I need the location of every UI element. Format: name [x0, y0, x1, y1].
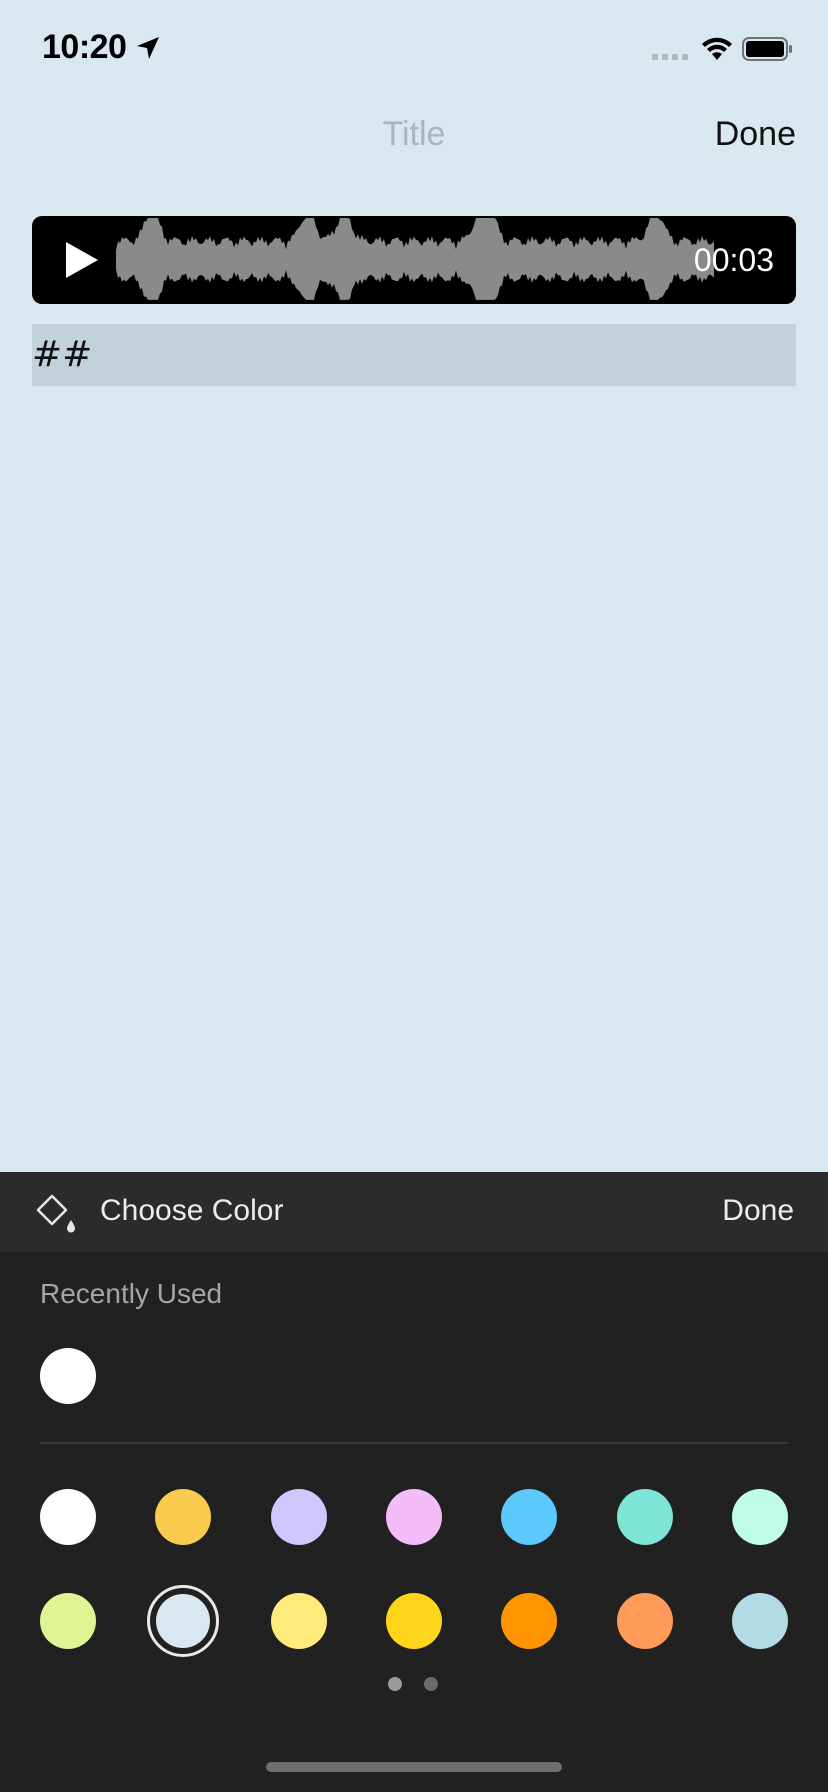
palette-color-swatch[interactable]	[40, 1489, 96, 1545]
color-picker-done-button[interactable]: Done	[722, 1194, 794, 1228]
audio-waveform[interactable]	[116, 216, 716, 304]
recently-used-label: Recently Used	[40, 1278, 223, 1309]
location-arrow-icon	[137, 37, 159, 59]
status-bar: 10:20	[0, 0, 828, 100]
page-dot[interactable]	[388, 1677, 402, 1691]
battery-icon	[742, 37, 792, 61]
palette-color-swatch[interactable]	[386, 1489, 442, 1545]
signal-icon	[652, 54, 688, 60]
divider	[40, 1442, 788, 1444]
palette-color-swatch[interactable]	[617, 1593, 673, 1649]
color-picker-header: Choose Color Done	[0, 1172, 828, 1252]
palette-color-swatch[interactable]	[271, 1593, 327, 1649]
color-picker-title: Choose Color	[100, 1194, 284, 1227]
palette-color-swatch[interactable]	[501, 1489, 557, 1545]
palette-color-swatch[interactable]	[732, 1489, 788, 1545]
palette-color-swatch[interactable]	[40, 1593, 96, 1649]
palette-color-swatch[interactable]	[617, 1489, 673, 1545]
title-field[interactable]: Title	[0, 115, 828, 154]
note-text: ##	[32, 334, 93, 375]
color-swatch-selected[interactable]	[147, 1585, 219, 1657]
done-button[interactable]: Done	[715, 115, 796, 154]
palette-color-swatch[interactable]	[732, 1593, 788, 1649]
audio-duration: 00:03	[693, 242, 774, 278]
audio-player[interactable]: 00:03	[32, 216, 796, 304]
recent-color-swatch[interactable]	[40, 1348, 96, 1404]
status-time: 10:20	[42, 28, 127, 66]
note-text-line[interactable]: ##	[32, 324, 796, 386]
palette-color-swatch[interactable]	[501, 1593, 557, 1649]
page-dot[interactable]	[424, 1677, 438, 1691]
color-swatch-fill	[156, 1594, 210, 1648]
palette-color-swatch[interactable]	[155, 1489, 211, 1545]
play-icon[interactable]	[64, 240, 100, 280]
home-indicator	[266, 1762, 562, 1772]
color-picker-sheet: Choose Color Done Recently Used	[0, 1172, 828, 1792]
waveform-shape	[116, 218, 714, 300]
palette-color-swatch[interactable]	[386, 1593, 442, 1649]
wifi-icon	[702, 37, 732, 60]
palette-color-swatch[interactable]	[271, 1489, 327, 1545]
paint-bucket-icon	[36, 1194, 75, 1233]
